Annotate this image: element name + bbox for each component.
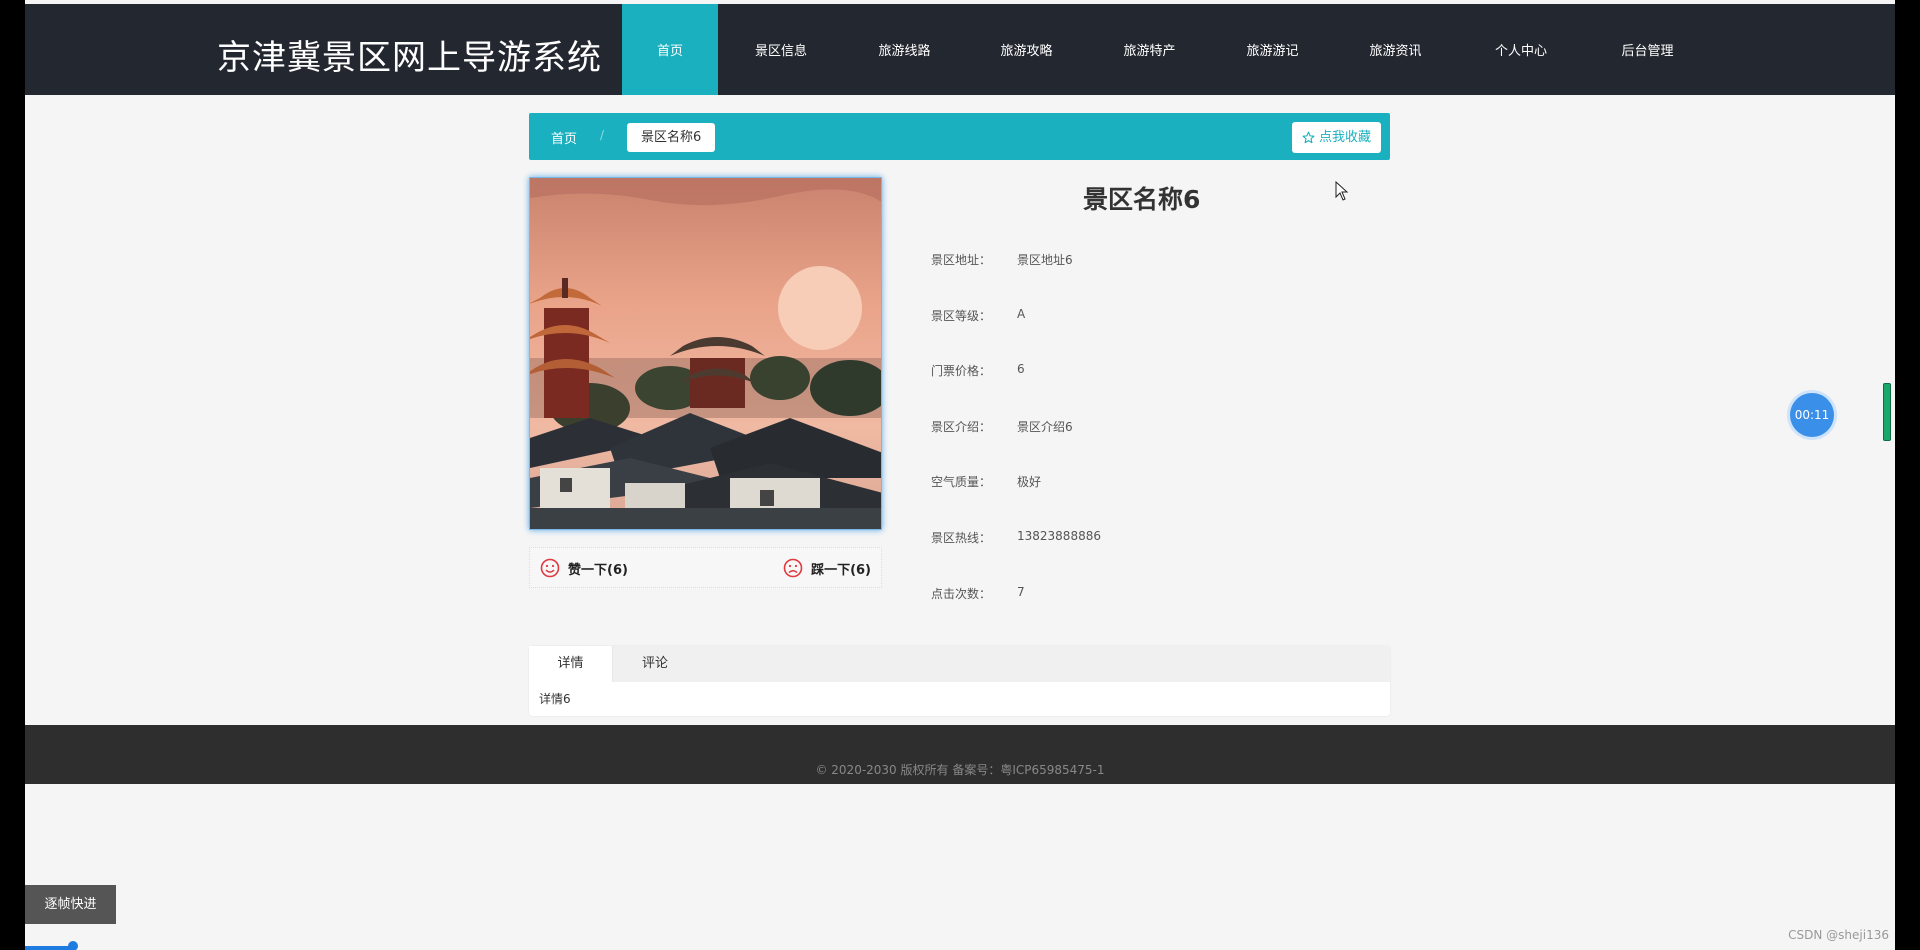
detail-tabs: 详情 评论 详情6 <box>529 646 1390 716</box>
tab-content: 详情6 <box>539 692 571 706</box>
nav-item-specialties[interactable]: 旅游特产 <box>1088 4 1211 95</box>
info-label: 空气质量： <box>931 475 992 489</box>
info-label: 景区介绍： <box>931 420 992 434</box>
dislike-button[interactable]: 踩一下(6) <box>783 558 871 578</box>
site-footer: © 2020-2030 版权所有 备案号：粤ICP65985475-1 <box>25 725 1895 784</box>
breadcrumb-separator: / <box>600 128 605 142</box>
recording-timer[interactable]: 00:11 <box>1790 393 1834 437</box>
info-value: 6 <box>1017 362 1025 376</box>
nav-item-routes[interactable]: 旅游线路 <box>844 4 965 95</box>
site-header: 京津冀景区网上导游系统 首页 景区信息 旅游线路 旅游攻略 旅游特产 旅游游记 … <box>25 4 1895 95</box>
breadcrumb-current: 景区名称6 <box>627 123 716 152</box>
info-label: 景区地址： <box>931 253 992 267</box>
info-label: 景区等级： <box>931 309 992 323</box>
breadcrumb: 首页 / 景区名称6 点我收藏 <box>529 113 1390 160</box>
info-label: 门票价格： <box>931 364 992 378</box>
nav-item-admin[interactable]: 后台管理 <box>1585 4 1710 95</box>
scenic-spot-photo <box>529 177 882 530</box>
tab-details[interactable]: 详情 <box>529 646 613 682</box>
info-value: 景区介绍6 <box>1017 420 1073 434</box>
nav-item-travelogues[interactable]: 旅游游记 <box>1211 4 1334 95</box>
copyright-text: © 2020-2030 版权所有 备案号：粤ICP65985475-1 <box>815 763 1105 777</box>
playback-progress-knob[interactable] <box>68 941 78 950</box>
nav-item-news[interactable]: 旅游资讯 <box>1334 4 1457 95</box>
like-button[interactable]: 赞一下(6) <box>540 558 628 578</box>
site-title: 京津冀景区网上导游系统 <box>217 38 602 78</box>
info-value: 极好 <box>1017 475 1042 489</box>
mouse-cursor-icon <box>1335 181 1349 201</box>
like-label: 赞一下(6) <box>568 562 628 578</box>
pagoda-landscape-image <box>530 178 881 529</box>
spot-title: 景区名称6 <box>1083 185 1201 214</box>
favorite-button[interactable]: 点我收藏 <box>1291 122 1381 153</box>
favorite-label: 点我收藏 <box>1318 130 1371 145</box>
frame-step-button[interactable]: 逐帧快进 <box>25 885 116 924</box>
info-row-price: 门票价格： 6 <box>931 362 1025 379</box>
watermark: CSDN @sheji136 <box>1788 928 1889 942</box>
info-row-level: 景区等级： A <box>931 307 1025 324</box>
smile-icon <box>540 558 560 578</box>
info-row-hotline: 景区热线： 13823888886 <box>931 529 1101 546</box>
star-icon <box>1302 131 1315 144</box>
playback-progress[interactable] <box>25 946 70 950</box>
info-row-intro: 景区介绍： 景区介绍6 <box>931 418 1073 435</box>
info-label: 点击次数： <box>931 587 992 601</box>
tab-comments[interactable]: 评论 <box>613 646 697 682</box>
info-value: 景区地址6 <box>1017 253 1073 267</box>
info-value: 13823888886 <box>1017 529 1101 543</box>
side-drag-handle[interactable] <box>1883 383 1891 441</box>
nav-item-guides[interactable]: 旅游攻略 <box>965 4 1088 95</box>
info-row-air-quality: 空气质量： 极好 <box>931 473 1041 490</box>
dislike-label: 踩一下(6) <box>811 562 871 578</box>
nav-item-home[interactable]: 首页 <box>622 4 718 95</box>
browser-viewport: 京津冀景区网上导游系统 首页 景区信息 旅游线路 旅游攻略 旅游特产 旅游游记 … <box>25 0 1895 950</box>
tab-header: 详情 评论 <box>529 646 1390 682</box>
nav-item-user-center[interactable]: 个人中心 <box>1457 4 1585 95</box>
info-value: 7 <box>1017 585 1025 599</box>
info-label: 景区热线： <box>931 531 992 545</box>
info-value: A <box>1017 307 1026 321</box>
info-row-click-count: 点击次数： 7 <box>931 585 1025 602</box>
frown-icon <box>783 558 803 578</box>
main-nav: 首页 景区信息 旅游线路 旅游攻略 旅游特产 旅游游记 旅游资讯 个人中心 后台… <box>622 4 1710 95</box>
vote-panel: 赞一下(6) 踩一下(6) <box>529 547 882 588</box>
info-row-address: 景区地址： 景区地址6 <box>931 251 1073 268</box>
breadcrumb-home-link[interactable]: 首页 <box>551 128 577 147</box>
nav-item-spot-info[interactable]: 景区信息 <box>718 4 844 95</box>
